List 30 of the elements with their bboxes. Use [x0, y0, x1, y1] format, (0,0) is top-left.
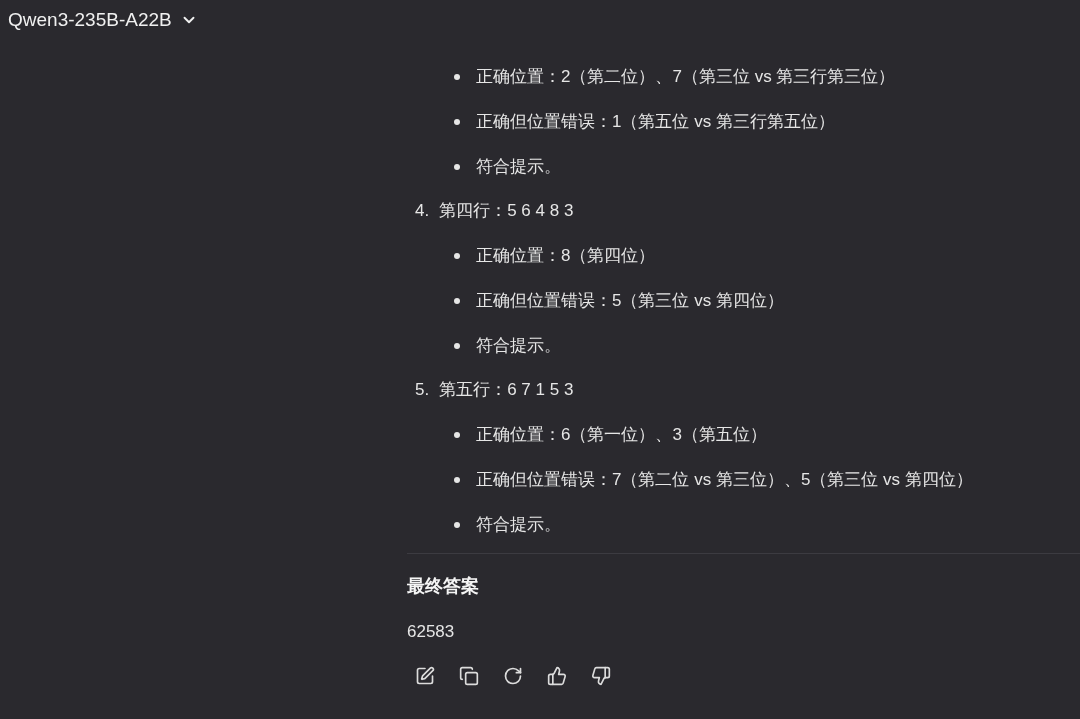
list-text: 正确但位置错误：5（第三位 vs 第四位）: [476, 289, 784, 312]
list-text: 正确位置：6（第一位）、3（第五位）: [476, 423, 767, 446]
thumbs-up-icon: [547, 666, 567, 686]
edit-icon: [415, 666, 435, 686]
bullet-icon: [454, 163, 460, 170]
copy-icon: [459, 666, 479, 686]
list-text: 正确但位置错误：7（第二位 vs 第三位）、5（第三位 vs 第四位）: [476, 468, 973, 491]
model-selector[interactable]: Qwen3-235B-A22B: [8, 5, 198, 35]
list-text: 第四行：5 6 4 8 3: [439, 200, 574, 223]
bullet-icon: [454, 118, 460, 125]
bullet-icon: [454, 476, 460, 483]
section-heading: 最终答案: [407, 575, 479, 598]
thumbs-down-icon: [591, 666, 611, 686]
list-text: 符合提示。: [476, 155, 561, 178]
list-text: 正确位置：2（第二位）、7（第三位 vs 第三行第三位）: [476, 65, 896, 88]
answer-text: 62583: [407, 620, 455, 643]
bullet-icon: [454, 252, 460, 259]
list-text: 正确但位置错误：1（第五位 vs 第三行第五位）: [476, 110, 835, 133]
bullet-icon: [454, 342, 460, 349]
list-text: 符合提示。: [476, 334, 561, 357]
refresh-icon: [503, 666, 523, 686]
bullet-icon: [454, 73, 460, 80]
list-number: 5.: [415, 379, 430, 402]
list-number: 4.: [415, 200, 430, 223]
bullet-icon: [454, 431, 460, 438]
list-text: 正确位置：8（第四位）: [476, 244, 656, 267]
list-text: 符合提示。: [476, 513, 561, 536]
bullet-icon: [454, 297, 460, 304]
bullet-icon: [454, 521, 460, 528]
list-text: 第五行：6 7 1 5 3: [439, 379, 574, 402]
